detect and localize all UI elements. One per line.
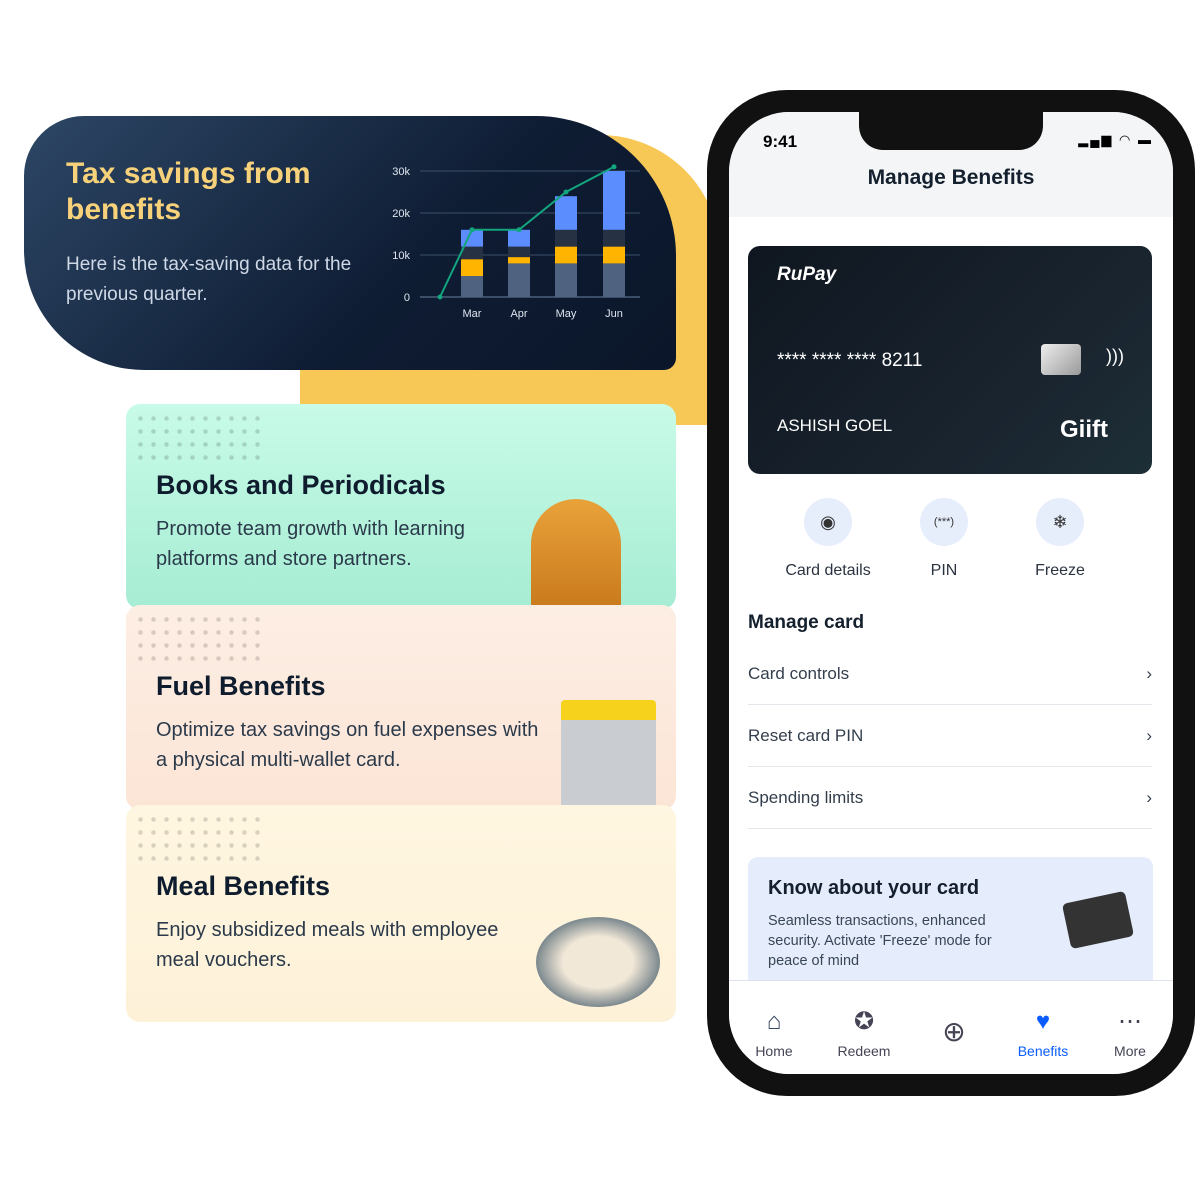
bar-segment — [461, 276, 483, 297]
bar-segment — [508, 257, 530, 264]
card-controls-row[interactable]: Card controls › — [748, 643, 1152, 705]
chevron-right-icon: › — [1146, 663, 1152, 683]
bar-segment — [555, 263, 577, 297]
nav-label: Home — [755, 1043, 793, 1059]
nav-benefits[interactable]: ♥ Benefits — [998, 1007, 1088, 1059]
x-tick-label: Jun — [605, 308, 623, 320]
rupay-logo: RuPay — [777, 264, 837, 285]
bar-segment — [555, 246, 577, 264]
y-tick-label: 0 — [404, 292, 410, 304]
reset-pin-row[interactable]: Reset card PIN › — [748, 705, 1152, 767]
y-tick-label: 30k — [392, 166, 410, 178]
books-card[interactable]: Books and Periodicals Promote team growt… — [126, 404, 676, 609]
x-tick-label: Apr — [510, 308, 527, 320]
fuel-card[interactable]: Fuel Benefits Optimize tax savings on fu… — [126, 605, 676, 810]
info-banner[interactable]: Know about your card Seamless transactio… — [748, 857, 1153, 997]
x-tick-label: May — [556, 308, 577, 320]
bar-segment — [508, 246, 530, 258]
info-text: Seamless transactions, enhanced security… — [768, 913, 992, 969]
star-circle-icon: ✪ — [853, 1008, 875, 1035]
bar-segment — [508, 263, 530, 297]
card-title: Fuel Benefits — [156, 671, 326, 701]
cardholder-name: ASHISH GOEL — [777, 416, 893, 435]
dots-pattern — [134, 412, 264, 462]
trend-point — [611, 164, 617, 170]
heart-icon: ♥ — [1035, 1008, 1051, 1035]
phone-screen: 9:41 ▂▄▆ ◠ ▬ Manage Benefits RuPay **** … — [729, 112, 1173, 1074]
tax-subtitle: Here is the tax-saving data for the prev… — [66, 254, 352, 305]
dots-pattern — [134, 813, 264, 863]
card-desc: Promote team growth with learning platfo… — [156, 518, 466, 570]
phone-frame: 9:41 ▂▄▆ ◠ ▬ Manage Benefits RuPay **** … — [707, 90, 1195, 1096]
tax-title: Tax savings from benefits — [66, 157, 311, 226]
x-tick-label: Mar — [463, 308, 482, 320]
card-title: Meal Benefits — [156, 871, 331, 901]
person-illustration — [531, 499, 621, 609]
row-label: Spending limits — [748, 787, 864, 807]
notch — [859, 112, 1043, 150]
trend-point — [516, 227, 522, 233]
home-icon: ⌂ — [766, 1008, 782, 1035]
trend-point — [469, 227, 475, 233]
dots-pattern — [134, 613, 264, 663]
bar-segment — [603, 229, 625, 247]
bar-segment — [555, 196, 577, 230]
bar-segment — [461, 259, 483, 276]
card-title: Books and Periodicals — [156, 470, 446, 500]
fuel-pump-illustration — [561, 700, 656, 810]
tax-savings-panel: Tax savings from benefits Here is the ta… — [24, 116, 676, 370]
nav-label: Redeem — [837, 1043, 891, 1059]
nav-redeem[interactable]: ✪ Redeem — [819, 1007, 909, 1059]
row-label: Reset card PIN — [748, 725, 864, 745]
bar-segment — [603, 246, 625, 264]
info-title: Know about your card — [768, 877, 980, 899]
status-icons: ▂▄▆ ◠ ▬ — [1078, 132, 1153, 147]
meal-card[interactable]: Meal Benefits Enjoy subsidized meals wit… — [126, 805, 676, 1022]
nav-label: Benefits — [1017, 1043, 1069, 1059]
cards-illustration — [1061, 890, 1135, 950]
nav-more[interactable]: ⋯ More — [1085, 1007, 1173, 1059]
chevron-right-icon: › — [1146, 725, 1152, 745]
nav-home[interactable]: ⌂ Home — [729, 1007, 819, 1059]
bar-segment — [508, 229, 530, 247]
nav-add[interactable]: ⊕ — [909, 1017, 999, 1053]
freeze-button[interactable]: ❄ Freeze — [1000, 498, 1120, 580]
plus-circle-icon: ⊕ — [942, 1016, 966, 1047]
chevron-right-icon: › — [1146, 787, 1152, 807]
tax-chart: 0 10k 20k 30k Mar Apr May Jun — [392, 164, 640, 320]
spending-limits-row[interactable]: Spending limits › — [748, 767, 1152, 829]
status-time: 9:41 — [763, 132, 798, 151]
card-number: **** **** **** 8211 — [777, 350, 923, 371]
trend-point — [563, 189, 569, 195]
bar-segment — [603, 263, 625, 297]
giift-logo: Giift — [1060, 416, 1108, 443]
action-label: Card details — [785, 562, 871, 579]
row-label: Card controls — [748, 663, 850, 683]
bar-segment — [603, 171, 625, 230]
snowflake-icon: ❄ — [1036, 498, 1084, 546]
action-label: Freeze — [1035, 562, 1085, 579]
card-desc: Optimize tax savings on fuel expenses wi… — [156, 719, 539, 771]
trend-point — [437, 294, 443, 300]
bar-segment — [555, 229, 577, 247]
pin-icon: (***) — [920, 498, 968, 546]
page-title: Manage Benefits — [867, 166, 1035, 189]
more-icon: ⋯ — [1118, 1008, 1142, 1035]
eye-icon: ◉ — [804, 498, 852, 546]
y-tick-label: 20k — [392, 208, 410, 220]
chip-icon — [1041, 344, 1081, 375]
action-label: PIN — [930, 562, 958, 579]
contactless-icon: ))) — [1106, 346, 1124, 366]
section-title: Manage card — [748, 612, 865, 633]
nav-label: More — [1114, 1043, 1146, 1059]
card-desc: Enjoy subsidized meals with employee mea… — [156, 919, 499, 971]
rupay-card[interactable]: RuPay **** **** **** 8211 ))) ASHISH GOE… — [748, 246, 1152, 474]
y-tick-label: 10k — [392, 250, 410, 262]
meal-bowl-illustration — [536, 917, 660, 1007]
pin-button[interactable]: (***) PIN — [884, 498, 1004, 580]
bar-segment — [461, 246, 483, 260]
card-details-button[interactable]: ◉ Card details — [768, 498, 888, 580]
